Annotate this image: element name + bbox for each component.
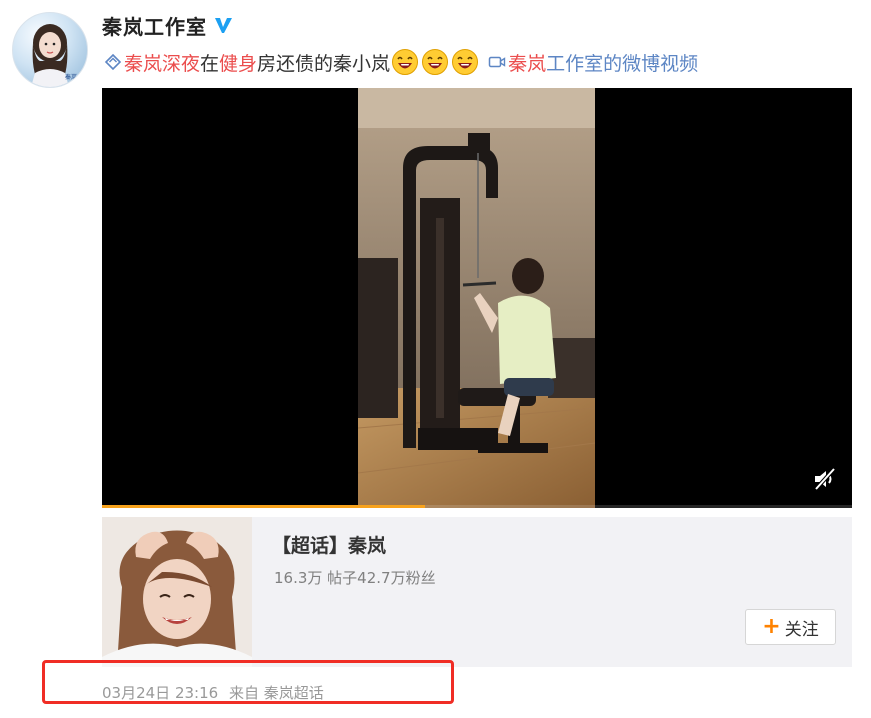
topic-link[interactable]: 秦岚深夜 <box>124 49 200 76</box>
super-topic-thumbnail <box>102 517 252 667</box>
post-source[interactable]: 来自 秦岚超话 <box>229 684 324 702</box>
super-topic-title[interactable]: 【超话】秦岚 <box>272 531 386 558</box>
super-topic-icon <box>104 53 122 71</box>
video-frame <box>358 88 595 508</box>
post-text: 秦岚深夜 在 健身 房还债的秦小岚 秦岚 工作室的微博视频 <box>104 46 698 78</box>
super-topic-card[interactable]: 【超话】秦岚 16.3万 帖子42.7万粉丝 + 关注 <box>102 517 852 667</box>
video-progress-fill <box>102 505 425 508</box>
topic-portrait-image <box>102 517 252 667</box>
post-meta: 03月24日 23:16 来自 秦岚超话 <box>102 682 330 703</box>
laughing-emoji-icon <box>392 49 419 75</box>
avatar-image: 秦岚 <box>31 24 77 87</box>
post-text-part-1: 在 <box>200 52 220 75</box>
follow-button[interactable]: + 关注 <box>745 609 836 645</box>
video-progress-track[interactable] <box>102 505 852 508</box>
follow-button-label: 关注 <box>784 619 819 640</box>
post-timestamp[interactable]: 03月24日 23:16 <box>102 684 218 702</box>
laughing-emoji-icon <box>422 49 449 75</box>
laughing-emoji-icon <box>452 49 479 75</box>
video-link-name[interactable]: 秦岚 <box>508 49 546 76</box>
verified-v-icon <box>215 18 232 33</box>
highlight-word[interactable]: 健身 <box>219 49 257 76</box>
video-link-text[interactable]: 工作室的微博视频 <box>546 49 698 76</box>
plus-icon: + <box>762 614 781 639</box>
author-row: 秦岚工作室 <box>102 10 233 40</box>
svg-text:秦岚: 秦岚 <box>65 73 77 81</box>
author-name[interactable]: 秦岚工作室 <box>102 11 207 40</box>
super-topic-stats: 16.3万 帖子42.7万粉丝 <box>274 569 436 587</box>
post-text-part-2: 房还债的秦小岚 <box>257 52 391 75</box>
video-player[interactable] <box>102 88 852 508</box>
muted-speaker-icon[interactable] <box>812 466 838 492</box>
author-avatar[interactable]: 秦岚 <box>12 12 88 88</box>
gym-scene-image <box>358 88 595 508</box>
video-link-icon <box>488 56 506 68</box>
